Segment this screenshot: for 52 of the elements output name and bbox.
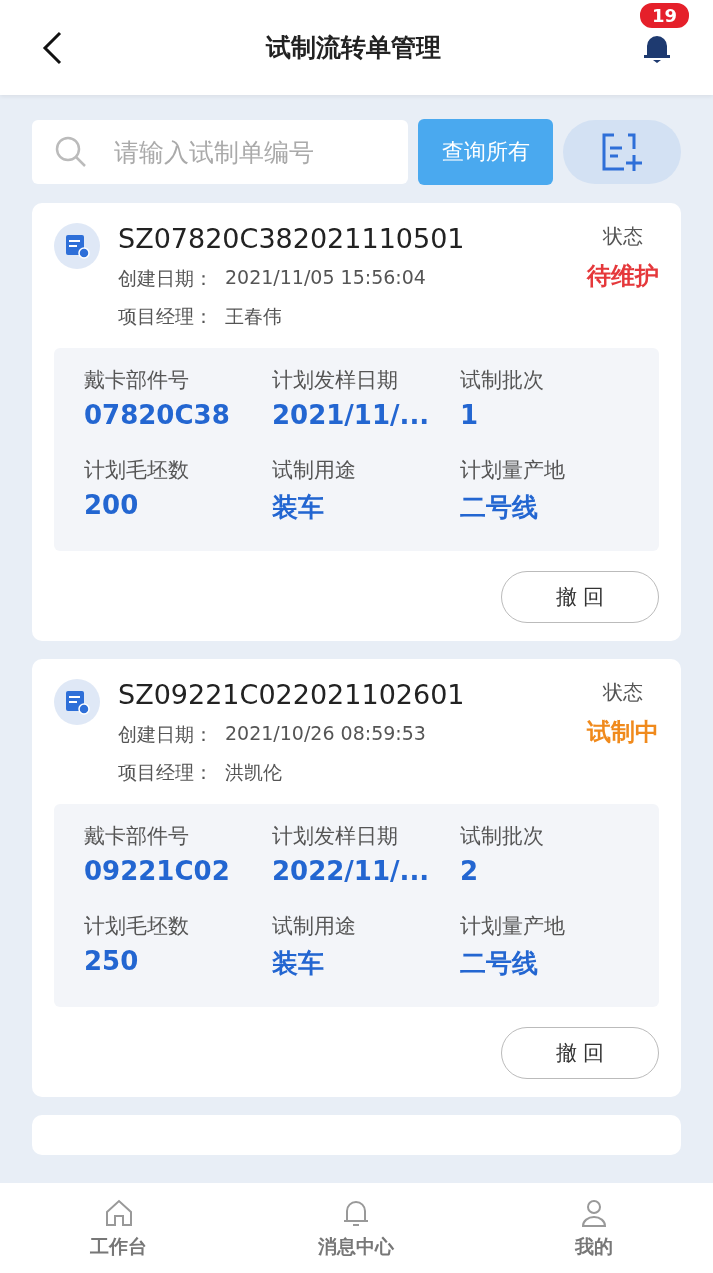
created-label: 创建日期： bbox=[118, 722, 213, 747]
field-value: 二号线 bbox=[460, 491, 539, 524]
nav-tab[interactable]: 消息中心 bbox=[281, 1195, 432, 1261]
field-label: 计划发样日期 bbox=[272, 367, 399, 394]
recall-button[interactable]: 撤 回 bbox=[501, 1027, 659, 1079]
field-value: 装车 bbox=[272, 491, 325, 524]
status-label: 状态 bbox=[603, 679, 643, 706]
order-number: SZ07820C382021110501 bbox=[118, 223, 466, 254]
status-text: 待维护 bbox=[587, 261, 659, 292]
field-label: 戴卡部件号 bbox=[84, 367, 190, 394]
field-label: 试制批次 bbox=[460, 823, 545, 850]
created-label: 创建日期： bbox=[118, 266, 213, 291]
back-icon[interactable] bbox=[40, 29, 64, 66]
field-label: 计划毛坯数 bbox=[84, 457, 190, 484]
search-icon bbox=[54, 135, 88, 169]
document-icon bbox=[54, 223, 100, 269]
status-label: 状态 bbox=[603, 223, 643, 250]
manager-name: 洪凯伦 bbox=[225, 760, 282, 785]
field-value: 09221C02 bbox=[84, 856, 231, 886]
status-text: 试制中 bbox=[587, 717, 659, 748]
field-label: 试制用途 bbox=[272, 457, 357, 484]
field-label: 计划量产地 bbox=[460, 457, 566, 484]
page-title: 试制流转单管理 bbox=[266, 32, 441, 64]
notification-badge: 19 bbox=[638, 0, 692, 30]
field-label: 计划毛坯数 bbox=[84, 913, 190, 940]
field-value: 1 bbox=[460, 400, 480, 430]
manager-label: 项目经理： bbox=[118, 304, 213, 329]
field-value: 2 bbox=[460, 856, 480, 886]
field-value: 07820C38 bbox=[84, 400, 231, 430]
search-input[interactable]: 请输入试制单编号 bbox=[112, 136, 386, 168]
order-number: SZ09221C022021102601 bbox=[118, 679, 466, 710]
document-icon bbox=[54, 679, 100, 725]
field-label: 戴卡部件号 bbox=[84, 823, 190, 850]
manager-label: 项目经理： bbox=[118, 760, 213, 785]
nav-tab[interactable]: 我的 bbox=[519, 1195, 670, 1261]
field-value: 200 bbox=[84, 490, 140, 520]
created-date: 2021/10/26 08:59:53 bbox=[225, 722, 426, 746]
recall-button[interactable]: 撤 回 bbox=[501, 571, 659, 623]
nav-tab[interactable]: 工作台 bbox=[43, 1195, 194, 1261]
field-label: 试制用途 bbox=[272, 913, 357, 940]
field-label: 试制批次 bbox=[460, 367, 545, 394]
field-value: 2021/11/... bbox=[272, 400, 431, 430]
field-label: 计划发样日期 bbox=[272, 823, 399, 850]
query-all-button[interactable]: 查询所有 bbox=[418, 119, 553, 185]
field-value: 2022/11/... bbox=[272, 856, 431, 886]
field-label: 计划量产地 bbox=[460, 913, 566, 940]
search-bar[interactable]: 请输入试制单编号 bbox=[32, 120, 408, 184]
field-value: 二号线 bbox=[460, 947, 539, 980]
field-value: 250 bbox=[84, 946, 140, 976]
created-date: 2021/11/05 15:56:04 bbox=[225, 266, 426, 290]
manager-name: 王春伟 bbox=[225, 304, 282, 329]
field-value: 装车 bbox=[272, 947, 325, 980]
